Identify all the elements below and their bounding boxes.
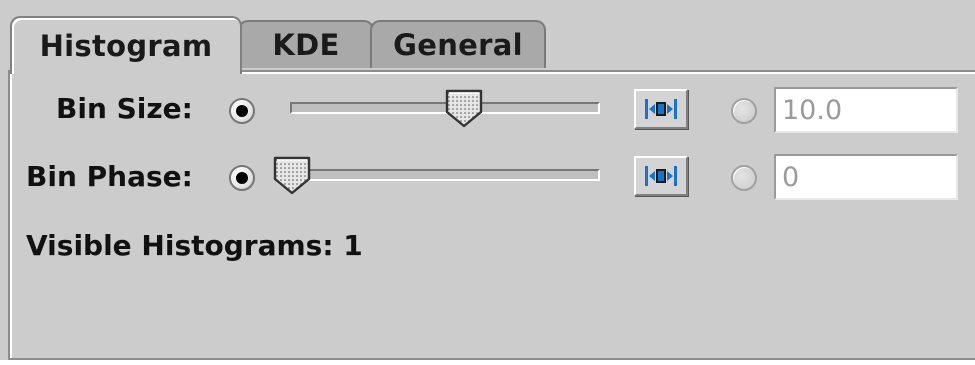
tab-histogram[interactable]: Histogram <box>10 16 242 74</box>
bin-phase-slider-radio[interactable] <box>229 165 255 191</box>
resize-icon <box>645 166 677 186</box>
bin-phase-field[interactable] <box>774 154 958 200</box>
bin-phase-slider-thumb[interactable] <box>272 155 312 195</box>
bin-size-resize-button[interactable] <box>634 89 688 129</box>
bin-phase-resize-button[interactable] <box>634 156 688 196</box>
tab-kde[interactable]: KDE <box>238 20 374 68</box>
bin-size-label: Bin Size: <box>56 92 193 125</box>
visible-histograms-label: Visible Histograms: 1 <box>26 229 363 262</box>
histogram-controls-window: KDE General Histogram Bin Size: 10.0 Bin… <box>0 0 975 365</box>
bin-phase-slider[interactable] <box>290 169 600 181</box>
resize-icon <box>645 99 677 119</box>
bin-size-field[interactable] <box>774 87 958 133</box>
tab-general[interactable]: General <box>370 20 546 68</box>
bin-size-manual-radio[interactable] <box>731 98 757 124</box>
bin-phase-label: Bin Phase: <box>26 160 193 193</box>
bin-size-slider-radio[interactable] <box>229 98 255 124</box>
tab-histogram-label: Histogram <box>39 29 213 63</box>
window-bottom-edge <box>0 360 975 365</box>
tab-general-label: General <box>393 28 523 62</box>
bin-phase-manual-radio[interactable] <box>731 165 757 191</box>
bin-size-slider-thumb[interactable] <box>444 88 484 128</box>
tab-kde-label: KDE <box>272 28 340 62</box>
